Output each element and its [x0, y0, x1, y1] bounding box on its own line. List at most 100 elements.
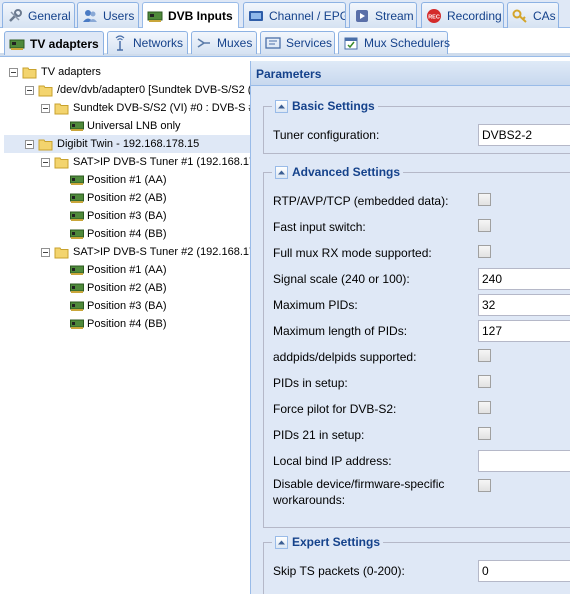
tab-stream-label: Stream — [375, 8, 414, 23]
expert-settings-fieldset: Expert Settings Skip TS packets (0-200):… — [263, 535, 570, 594]
tab-muxes-label: Muxes — [217, 36, 253, 50]
pids-in-setup-row: PIDs in setup: — [273, 372, 570, 394]
basic-settings-legend: Basic Settings — [272, 99, 378, 113]
dvb-card-icon — [147, 8, 163, 24]
local-bind-ip-input[interactable] — [478, 450, 570, 472]
tree-node-position[interactable]: Position #4 (BB) — [70, 315, 166, 333]
addpids-delpids-row: addpids/delpids supported: — [273, 346, 570, 368]
tab-dvb-inputs-label: DVB Inputs — [168, 9, 233, 23]
tree-node-adapter0[interactable]: /dev/dvb/adapter0 [Sundtek DVB-S/S2 (V — [25, 81, 250, 99]
collapse-toggle-icon[interactable] — [25, 85, 34, 95]
tab-general-label: General — [28, 8, 71, 23]
card-icon — [70, 229, 84, 239]
disable-workarounds-row: Disable device/firmware-specific workaro… — [273, 476, 570, 512]
tree-node-universal-lnb[interactable]: Universal LNB only — [70, 117, 181, 135]
tree-node-digibit-twin[interactable]: Digibit Twin - 192.168.178.15 — [4, 135, 250, 153]
fast-input-switch-checkbox[interactable] — [478, 218, 491, 232]
max-pids-input[interactable]: 32 — [478, 294, 570, 316]
signal-scale-row: Signal scale (240 or 100): 240 — [273, 268, 570, 290]
card-icon — [70, 175, 84, 185]
tab-mux-schedulers[interactable]: Mux Schedulers — [338, 31, 450, 54]
tab-channel-epg-label: Channel / EPG — [269, 8, 346, 23]
key-icon — [512, 8, 528, 24]
skip-ts-packets-row: Skip TS packets (0-200): 0 — [273, 560, 570, 582]
tab-recording-label: Recording — [447, 8, 502, 23]
collapse-toggle-icon[interactable] — [41, 157, 50, 167]
folder-open-icon — [54, 247, 69, 258]
card-icon — [70, 121, 84, 131]
tab-cas-label: CAs — [533, 8, 556, 23]
stream-icon — [354, 8, 370, 24]
signal-scale-input[interactable]: 240 — [478, 268, 570, 290]
tree-node-position[interactable]: Position #3 (BA) — [70, 207, 166, 225]
tree-node-satip-tuner-2[interactable]: SAT>IP DVB-S Tuner #2 (192.168.178 — [41, 243, 250, 261]
force-pilot-checkbox[interactable] — [478, 400, 491, 414]
max-pids-length-input[interactable]: 127 — [478, 320, 570, 342]
users-icon — [82, 8, 98, 24]
card-icon — [70, 301, 84, 311]
tree-node-position[interactable]: Position #4 (BB) — [70, 225, 166, 243]
rtp-avp-tcp-row: RTP/AVP/TCP (embedded data): — [273, 190, 570, 212]
tab-cas[interactable]: CAs — [507, 2, 559, 28]
disable-workarounds-checkbox[interactable] — [478, 479, 491, 492]
tree-node-position[interactable]: Position #3 (BA) — [70, 297, 166, 315]
addpids-delpids-checkbox[interactable] — [478, 348, 491, 362]
folder-open-icon — [22, 67, 37, 78]
tree-node-position[interactable]: Position #1 (AA) — [70, 261, 166, 279]
services-icon — [265, 35, 281, 51]
wrench-icon — [7, 8, 23, 24]
tab-dvb-inputs[interactable]: DVB Inputs — [142, 2, 239, 29]
tree-node-position[interactable]: Position #2 (AB) — [70, 279, 166, 297]
collapse-up-icon[interactable] — [275, 165, 288, 179]
card-icon — [70, 211, 84, 221]
tab-muxes[interactable]: Muxes — [191, 31, 257, 54]
tab-networks[interactable]: Networks — [107, 31, 188, 54]
rec-icon: REC — [426, 8, 442, 24]
tree-node-sundtek-frontend[interactable]: Sundtek DVB-S/S2 (VI) #0 : DVB-S # — [41, 99, 250, 117]
pids21-in-setup-checkbox[interactable] — [478, 426, 491, 440]
main-tab-bar: General Users DVB Inputs Channel / EPG S… — [0, 0, 570, 29]
tab-tv-adapters-label: TV adapters — [30, 36, 99, 51]
collapse-toggle-icon[interactable] — [25, 139, 34, 149]
tab-tv-adapters[interactable]: TV adapters — [4, 31, 104, 55]
tree-node-tv-adapters[interactable]: TV adapters — [9, 63, 101, 81]
tab-stream[interactable]: Stream — [349, 2, 417, 28]
fast-input-switch-row: Fast input switch: — [273, 216, 570, 238]
folder-open-icon — [38, 85, 53, 96]
card-icon — [70, 265, 84, 275]
sub-tab-bar: TV adapters Networks Muxes Services Mux … — [0, 28, 570, 57]
tree-node-satip-tuner-1[interactable]: SAT>IP DVB-S Tuner #1 (192.168.178 — [41, 153, 250, 171]
local-bind-ip-row: Local bind IP address: — [273, 450, 570, 472]
tab-channel-epg[interactable]: Channel / EPG — [243, 2, 346, 28]
tab-recording[interactable]: REC Recording — [421, 2, 504, 28]
adapter-tree: TV adapters /dev/dvb/adapter0 [Sundtek D… — [0, 61, 250, 594]
tv-icon — [248, 8, 264, 24]
dvb-card-icon — [9, 36, 25, 52]
collapse-toggle-icon[interactable] — [41, 103, 50, 113]
tab-general[interactable]: General — [2, 2, 75, 28]
folder-open-icon — [54, 103, 69, 114]
force-pilot-row: Force pilot for DVB-S2: — [273, 398, 570, 420]
tab-users[interactable]: Users — [77, 2, 139, 28]
tab-services[interactable]: Services — [260, 31, 335, 54]
skip-ts-packets-input[interactable]: 0 — [478, 560, 570, 582]
collapse-toggle-icon[interactable] — [9, 67, 18, 77]
pids-in-setup-checkbox[interactable] — [478, 374, 491, 388]
full-mux-rx-checkbox[interactable] — [478, 244, 491, 258]
pids21-in-setup-row: PIDs 21 in setup: — [273, 424, 570, 446]
collapse-up-icon[interactable] — [275, 99, 288, 113]
tree-node-position[interactable]: Position #2 (AB) — [70, 189, 166, 207]
advanced-settings-fieldset: Advanced Settings RTP/AVP/TCP (embedded … — [263, 165, 570, 528]
scheduler-icon — [343, 35, 359, 51]
basic-settings-fieldset: Basic Settings Tuner configuration: DVBS… — [263, 99, 570, 154]
panel-title: Parameters — [251, 61, 570, 86]
collapse-up-icon[interactable] — [275, 535, 288, 549]
max-pids-row: Maximum PIDs: 32 — [273, 294, 570, 316]
svg-text:REC: REC — [428, 14, 440, 20]
rtp-avp-tcp-checkbox[interactable] — [478, 192, 491, 206]
advanced-settings-legend: Advanced Settings — [272, 165, 404, 179]
collapse-toggle-icon[interactable] — [41, 247, 50, 257]
tuner-config-row: Tuner configuration: DVBS2-2 — [273, 124, 570, 146]
tree-node-position[interactable]: Position #1 (AA) — [70, 171, 166, 189]
tuner-config-select[interactable]: DVBS2-2 — [478, 124, 570, 146]
